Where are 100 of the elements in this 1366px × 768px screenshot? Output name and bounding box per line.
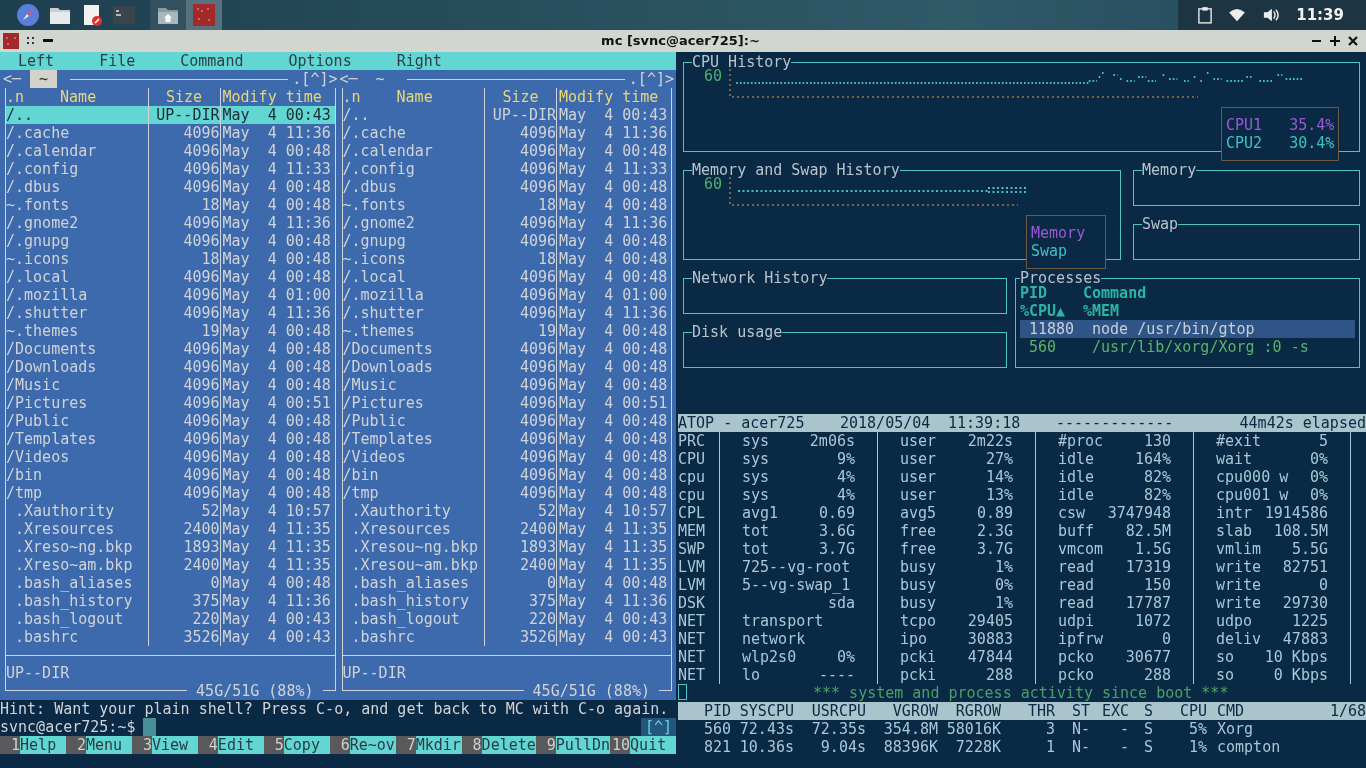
function-key[interactable]: 4Edit [197, 736, 264, 754]
file-row[interactable]: /Music 4096 May 4 00:48 [6, 376, 335, 394]
history-button[interactable]: <─ [339, 70, 358, 88]
file-row[interactable]: .bash_aliases 0 May 4 00:48 [342, 574, 671, 592]
file-row[interactable]: /.calendar 4096 May 4 00:48 [342, 142, 671, 160]
panel-options[interactable]: .[^]> [292, 70, 338, 88]
column-header[interactable]: Modify time [556, 88, 671, 106]
file-row[interactable]: ~.themes 19 May 4 00:48 [342, 322, 671, 340]
file-row[interactable]: /Downloads 4096 May 4 00:48 [6, 358, 335, 376]
file-row[interactable]: /.config 4096 May 4 11:33 [6, 160, 335, 178]
file-row[interactable]: /.gnome2 4096 May 4 11:36 [342, 214, 671, 232]
file-row[interactable]: /tmp 4096 May 4 00:48 [342, 484, 671, 502]
file-row[interactable]: /.. UP--DIR May 4 00:43 [6, 106, 335, 124]
file-row[interactable]: /.cache 4096 May 4 11:36 [6, 124, 335, 142]
function-key[interactable]: 2Menu [65, 736, 132, 754]
file-row[interactable]: /.. UP--DIR May 4 00:43 [342, 106, 671, 124]
file-row[interactable]: ~.themes 19 May 4 00:48 [6, 322, 335, 340]
file-row[interactable]: /Documents 4096 May 4 00:48 [6, 340, 335, 358]
file-row[interactable]: .Xresou~am.bkp 2400 May 4 11:35 [342, 556, 671, 574]
menu-item[interactable]: File [99, 52, 136, 70]
file-row[interactable]: /.gnupg 4096 May 4 00:48 [6, 232, 335, 250]
file-row[interactable]: ~.fonts 18 May 4 00:48 [6, 196, 335, 214]
process-row[interactable]: 560 /usr/lib/xorg/Xorg :0 -s [1020, 338, 1355, 356]
column-header[interactable]: Size [484, 88, 556, 106]
terminal-icon[interactable] [112, 3, 136, 27]
file-row[interactable]: /Downloads 4096 May 4 00:48 [342, 358, 671, 376]
file-row[interactable]: .bashrc 3526 May 4 00:43 [342, 628, 671, 646]
file-row[interactable]: .Xresources 2400 May 4 11:35 [6, 520, 335, 538]
column-header[interactable]: Command [1083, 284, 1355, 302]
clock[interactable]: 11:39 [1296, 6, 1344, 24]
process-row[interactable]: 11880 node /usr/bin/gtop [1020, 320, 1355, 338]
file-row[interactable]: /.local 4096 May 4 00:48 [6, 268, 335, 286]
file-row[interactable]: ~.icons 18 May 4 00:48 [6, 250, 335, 268]
column-header[interactable]: %MEM [1083, 302, 1355, 320]
file-row[interactable]: .Xreso~am.bkp 2400 May 4 11:35 [6, 556, 335, 574]
file-row[interactable]: .Xresources 2400 May 4 11:35 [342, 520, 671, 538]
function-key[interactable]: 3View [131, 736, 198, 754]
file-row[interactable]: /.dbus 4096 May 4 00:48 [342, 178, 671, 196]
file-row[interactable]: .bashrc 3526 May 4 00:43 [6, 628, 335, 646]
function-key[interactable]: 6Re~ov [329, 736, 396, 754]
file-row[interactable]: /.gnupg 4096 May 4 00:48 [342, 232, 671, 250]
volume-icon[interactable] [1262, 7, 1281, 23]
column-header[interactable]: PID [1020, 284, 1083, 302]
file-row[interactable]: .bash_logout 220 May 4 00:43 [6, 610, 335, 628]
history-button[interactable]: <─ [3, 70, 22, 88]
file-row[interactable]: /bin 4096 May 4 00:48 [342, 466, 671, 484]
file-row[interactable]: /Templates 4096 May 4 00:48 [6, 430, 335, 448]
menu-item[interactable]: Command [180, 52, 244, 70]
file-row[interactable]: .bash_history 375 May 4 11:36 [342, 592, 671, 610]
function-key[interactable]: 9PullDn [535, 736, 611, 754]
file-row[interactable]: /Pictures 4096 May 4 00:51 [6, 394, 335, 412]
file-row[interactable]: /.mozilla 4096 May 4 01:00 [6, 286, 335, 304]
file-row[interactable]: .Xauthority 52 May 4 10:57 [6, 502, 335, 520]
file-row[interactable]: /.mozilla 4096 May 4 01:00 [342, 286, 671, 304]
scroll-marker[interactable]: [^] [640, 718, 676, 736]
maximize-icon[interactable] [1330, 36, 1340, 46]
file-row[interactable]: /Public 4096 May 4 00:48 [342, 412, 671, 430]
menu-item[interactable]: Left [18, 52, 55, 70]
menu-item[interactable]: Right [396, 52, 442, 70]
file-row[interactable]: .Xreso~ng.bkp 1893 May 4 11:35 [6, 538, 335, 556]
file-row[interactable]: .Xresou~ng.bkp 1893 May 4 11:35 [342, 538, 671, 556]
file-row[interactable]: /.cache 4096 May 4 11:36 [342, 124, 671, 142]
file-row[interactable]: /Templates 4096 May 4 00:48 [342, 430, 671, 448]
file-row[interactable]: /.config 4096 May 4 11:33 [342, 160, 671, 178]
file-row[interactable]: .bash_aliases 0 May 4 00:48 [6, 574, 335, 592]
file-row[interactable]: /.shutter 4096 May 4 11:36 [6, 304, 335, 322]
function-key[interactable]: 8Delete [461, 736, 536, 754]
file-row[interactable]: .Xauthority 52 May 4 10:57 [342, 502, 671, 520]
function-key[interactable]: 1Help [0, 736, 66, 754]
compass-icon[interactable] [16, 3, 40, 27]
file-row[interactable]: /.local 4096 May 4 00:48 [342, 268, 671, 286]
file-row[interactable]: .bash_logout 220 May 4 00:43 [342, 610, 671, 628]
grip-icon[interactable] [27, 37, 35, 45]
sort-indicator[interactable]: .n [6, 88, 25, 106]
file-row[interactable]: ~.fonts 18 May 4 00:48 [342, 196, 671, 214]
clipboard-icon[interactable] [1198, 6, 1213, 24]
file-row[interactable]: /.dbus 4096 May 4 00:48 [6, 178, 335, 196]
menu-item[interactable]: Options [288, 52, 352, 70]
column-header[interactable]: .n Name [6, 88, 148, 106]
sort-indicator[interactable]: .n [342, 88, 361, 106]
file-row[interactable]: /bin 4096 May 4 00:48 [6, 466, 335, 484]
file-row[interactable]: /Videos 4096 May 4 00:48 [6, 448, 335, 466]
file-row[interactable]: /Music 4096 May 4 00:48 [342, 376, 671, 394]
file-row[interactable]: /Documents 4096 May 4 00:48 [342, 340, 671, 358]
file-row[interactable]: /Videos 4096 May 4 00:48 [342, 448, 671, 466]
column-header[interactable]: %CPU▲ [1020, 302, 1083, 320]
function-key[interactable]: 10Quit [610, 736, 676, 754]
file-row[interactable]: .bash_history 375 May 4 11:36 [6, 592, 335, 610]
file-row[interactable]: ~.icons 18 May 4 00:48 [342, 250, 671, 268]
function-key[interactable]: 5Copy [263, 736, 330, 754]
column-header[interactable]: .n Name [342, 88, 484, 106]
file-row[interactable]: /tmp 4096 May 4 00:48 [6, 484, 335, 502]
file-row[interactable]: /.gnome2 4096 May 4 11:36 [6, 214, 335, 232]
file-row[interactable]: /.shutter 4096 May 4 11:36 [342, 304, 671, 322]
file-row[interactable]: /Public 4096 May 4 00:48 [6, 412, 335, 430]
file-row[interactable]: /.calendar 4096 May 4 00:48 [6, 142, 335, 160]
wifi-icon[interactable] [1228, 8, 1247, 22]
file-row[interactable]: /Pictures 4096 May 4 00:51 [342, 394, 671, 412]
function-key[interactable]: 7Mkdir [395, 736, 462, 754]
close-icon[interactable] [1348, 36, 1358, 46]
